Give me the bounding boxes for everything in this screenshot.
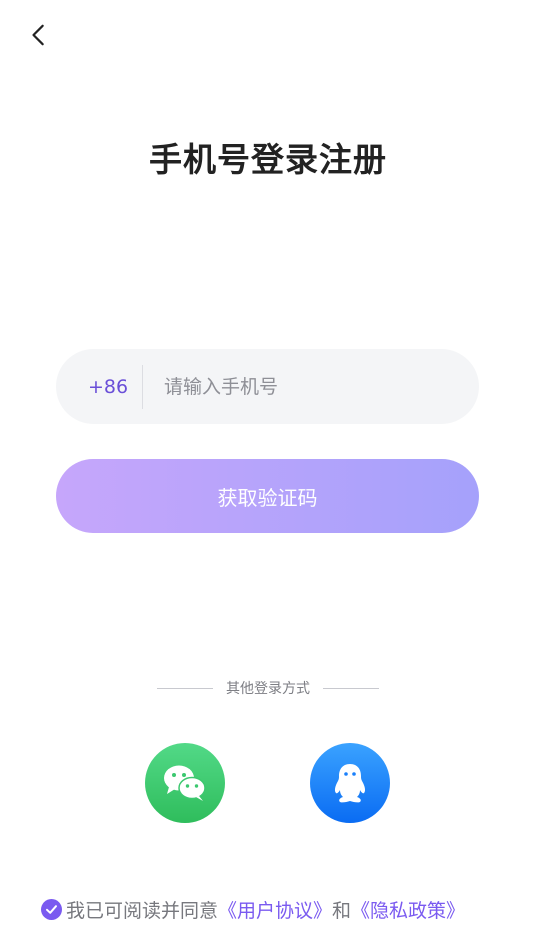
page-title: 手机号登录注册	[149, 140, 387, 179]
chevron-left-icon	[32, 24, 44, 46]
agreement-conjunction: 和	[332, 899, 352, 922]
divider-line-right	[323, 687, 379, 689]
qq-login-button[interactable]	[310, 743, 390, 823]
agreement-checkbox[interactable]	[41, 898, 62, 920]
phone-input[interactable]	[143, 349, 479, 424]
wechat-icon	[164, 765, 206, 801]
wechat-login-button[interactable]	[145, 743, 225, 823]
qq-icon	[334, 764, 366, 803]
other-login-divider: 其他登录方式	[0, 677, 536, 699]
privacy-policy-link[interactable]: 《隐私政策》	[351, 896, 465, 923]
divider-line-left	[157, 687, 213, 689]
other-login-label: 其他登录方式	[226, 681, 310, 697]
country-code-selector[interactable]: +86	[56, 376, 142, 398]
phone-input-row: +86	[56, 349, 479, 424]
check-icon	[46, 904, 57, 914]
user-agreement-link[interactable]: 《用户协议》	[218, 896, 332, 923]
agreement-row: 我已可阅读并同意 《用户协议》 和 《隐私政策》	[41, 896, 465, 922]
get-code-button[interactable]: 获取验证码	[56, 459, 479, 533]
back-button[interactable]	[22, 18, 56, 52]
agreement-prefix: 我已可阅读并同意	[66, 899, 219, 922]
